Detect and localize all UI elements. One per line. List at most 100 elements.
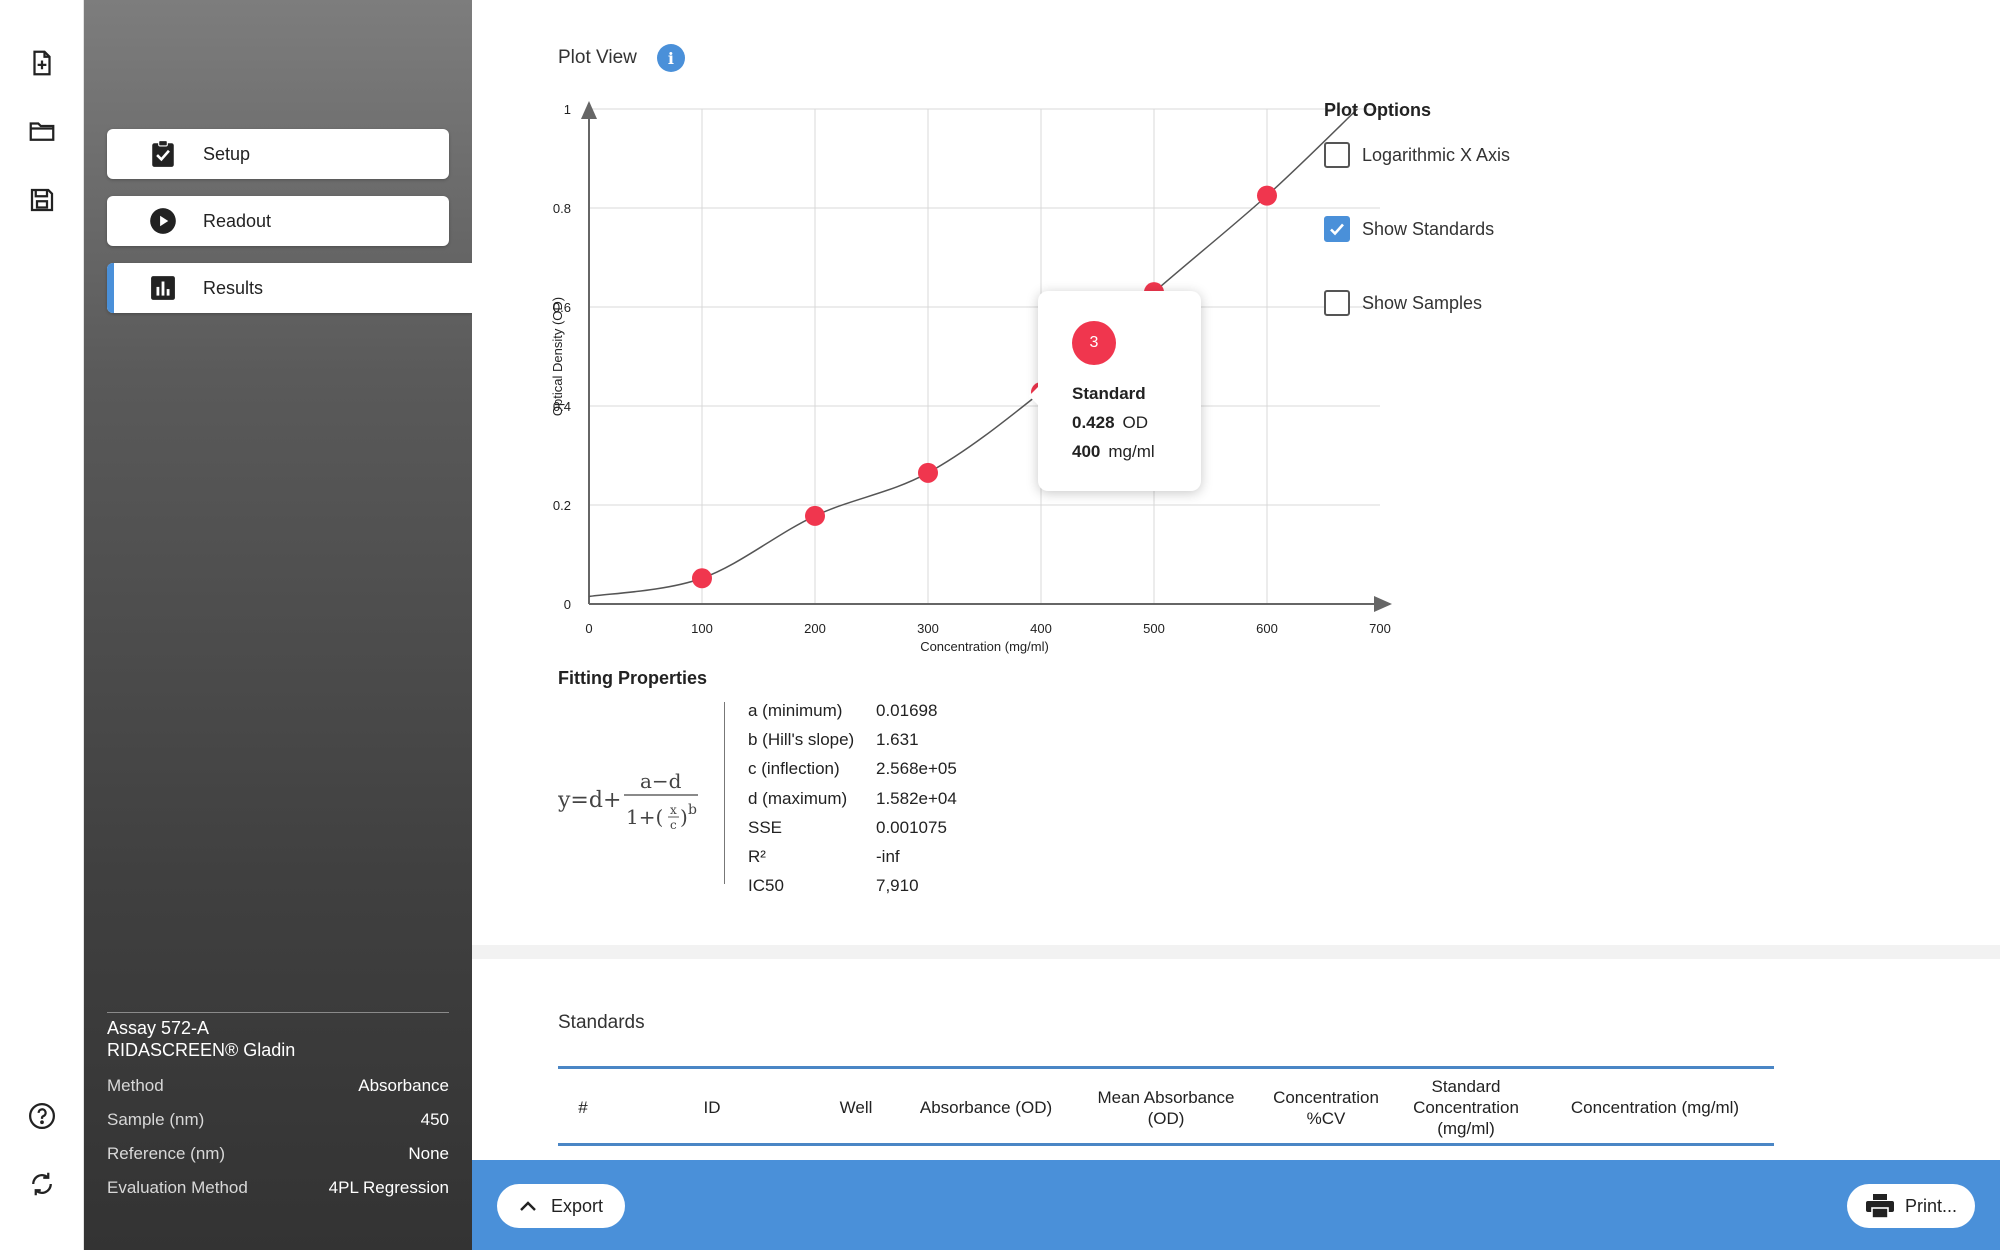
col-header-absorbance[interactable]: Absorbance (OD) — [896, 1069, 1076, 1146]
export-label: Export — [550, 1195, 604, 1216]
plot-header: Plot View i — [558, 44, 685, 72]
folder-icon[interactable] — [22, 111, 62, 151]
help-icon[interactable] — [22, 1096, 62, 1136]
4pl-formula: y=d+ a−d 1+( x c ) b — [558, 769, 698, 832]
option-label: Show Samples — [1362, 292, 1483, 313]
col-header-index[interactable]: # — [558, 1069, 608, 1146]
svg-text:1+(: 1+( — [626, 805, 663, 829]
x-tick-label: 400 — [1030, 621, 1052, 636]
option-show-samples[interactable]: Show Samples — [1324, 289, 1624, 317]
svg-text:b: b — [688, 802, 697, 818]
y-axis-arrow — [581, 101, 597, 119]
data-point — [692, 568, 712, 589]
x-tick-label: 700 — [1369, 621, 1391, 636]
option-label: Logarithmic X Axis — [1362, 144, 1511, 165]
assay-row-evaluation: Evaluation Method 4PL Regression — [107, 1178, 449, 1197]
param-row: c (inflection) 2.568e+05 — [748, 759, 957, 779]
data-point — [918, 462, 938, 483]
fitting-properties: Fitting Properties y=d+ a−d 1+( x c ) b … — [558, 668, 957, 895]
y-tick-label: 0 — [564, 597, 571, 612]
assay-name: Assay 572-A — [107, 1018, 210, 1038]
data-point — [1257, 185, 1277, 206]
log-x-checkbox[interactable] — [1324, 142, 1350, 168]
check-icon — [1330, 223, 1344, 236]
assay-info: Assay 572-A RIDASCREEN® Gladin Method Abs… — [107, 1012, 449, 1205]
print-button[interactable]: Print... — [1847, 1184, 1975, 1228]
assay-row-method: Method Absorbance — [107, 1076, 449, 1095]
export-button[interactable]: Export — [497, 1184, 625, 1228]
show-standards-checkbox[interactable] — [1324, 216, 1350, 242]
y-tick-label: 0.2 — [553, 498, 571, 513]
tooltip-title: Standard — [1072, 384, 1146, 403]
printer-icon — [1865, 1194, 1894, 1219]
assay-row-reference: Reference (nm) None — [107, 1144, 449, 1163]
nav-label-readout: Readout — [203, 210, 272, 231]
x-axis-label: Concentration (mg/ml) — [920, 639, 1049, 654]
x-tick-label: 600 — [1256, 621, 1278, 636]
x-tick-label: 200 — [804, 621, 826, 636]
x-tick-label: 500 — [1143, 621, 1165, 636]
data-point — [805, 505, 825, 526]
nav-label-results: Results — [203, 277, 264, 298]
show-samples-checkbox[interactable] — [1324, 290, 1350, 316]
info-icon[interactable]: i — [656, 44, 685, 72]
option-log-x-axis[interactable]: Logarithmic X Axis — [1324, 141, 1624, 169]
col-header-standard-concentration[interactable]: Standard Concentration (mg/ml) — [1396, 1069, 1536, 1146]
tooltip-badge: 3 — [1072, 321, 1116, 365]
print-label: Print... — [1904, 1195, 1957, 1216]
nav-item-results[interactable]: Results — [107, 263, 472, 313]
option-show-standards[interactable]: Show Standards — [1324, 215, 1624, 243]
fitting-title: Fitting Properties — [558, 668, 708, 688]
sidebar: Setup Readout Results Assay 572-A RIDASC… — [84, 0, 472, 1250]
assay-kit: RIDASCREEN® Gladin — [107, 1040, 296, 1060]
plot-options: Plot Options Logarithmic X Axis Show Sta… — [1324, 100, 1624, 363]
new-file-icon[interactable] — [22, 43, 62, 83]
fit-curve — [588, 108, 1358, 598]
standards-title: Standards — [558, 1012, 645, 1033]
sync-icon[interactable] — [22, 1164, 62, 1204]
svg-text:a−d: a−d — [640, 769, 682, 793]
x-tick-label: 100 — [691, 621, 713, 636]
nav-label-setup: Setup — [203, 143, 251, 164]
assay-row-sample: Sample (nm) 450 — [107, 1110, 449, 1129]
col-header-cv[interactable]: Concentration %CV — [1256, 1069, 1396, 1146]
chevron-up-icon — [520, 1201, 536, 1211]
plot-title: Plot View — [558, 47, 637, 68]
tooltip-concentration: 400 mg/ml — [1072, 442, 1155, 461]
nav-item-readout[interactable]: Readout — [107, 196, 449, 246]
plot-options-title: Plot Options — [1324, 100, 1431, 120]
col-header-id[interactable]: ID — [608, 1069, 816, 1146]
col-header-mean-absorbance[interactable]: Mean Absorbance (OD) — [1076, 1069, 1256, 1146]
svg-text:x: x — [670, 803, 677, 817]
fitting-params: a (minimum) 0.01698 b (Hill's slope) 1.631… — [748, 696, 957, 901]
y-tick-label: 1 — [564, 102, 571, 117]
standards-table: # ID Well Absorbance (OD) Mean Absorbanc… — [558, 1066, 1774, 1146]
bar-chart-icon — [149, 274, 177, 302]
main-panel: Plot View i 0 100 200 300 400 500 600 700 0 0.2 0.… — [472, 0, 2000, 1160]
col-header-concentration[interactable]: Concentration (mg/ml) — [1536, 1069, 1774, 1146]
y-axis-label: Optical Density (OD) — [550, 297, 565, 416]
tooltip-od: 0.428 OD — [1072, 413, 1149, 432]
x-tick-label: 300 — [917, 621, 939, 636]
svg-text:): ) — [680, 805, 688, 829]
x-axis-arrow — [1374, 596, 1392, 612]
clipboard-check-icon — [149, 140, 177, 168]
calibration-chart: 0 100 200 300 400 500 600 700 0 0.2 0.4 0.6 0.8 1 Conc… — [550, 95, 1420, 675]
option-label: Show Standards — [1362, 218, 1495, 239]
section-divider — [472, 945, 2000, 959]
col-header-well[interactable]: Well — [816, 1069, 896, 1146]
svg-text:c: c — [670, 818, 677, 832]
param-row: b (Hill's slope) 1.631 — [748, 729, 919, 749]
save-icon[interactable] — [22, 180, 62, 220]
bottom-bar: Export Print... — [472, 1160, 2000, 1250]
x-tick-label: 0 — [585, 621, 592, 636]
param-row: SSE 0.001075 — [748, 817, 947, 837]
chart-svg: 0 100 200 300 400 500 600 70000.20.40.60.81Conc… — [550, 101, 1392, 654]
icon-rail — [0, 0, 84, 1250]
formula-divider — [724, 702, 725, 884]
param-row: a (minimum) 0.01698 — [748, 700, 938, 720]
param-row: d (maximum) 1.582e+04 — [748, 788, 957, 808]
param-row: IC50 7,910 — [748, 876, 919, 896]
point-tooltip: 3 Standard 0.428 OD 400 mg/ml — [1029, 291, 1201, 491]
nav-item-setup[interactable]: Setup — [107, 129, 449, 179]
